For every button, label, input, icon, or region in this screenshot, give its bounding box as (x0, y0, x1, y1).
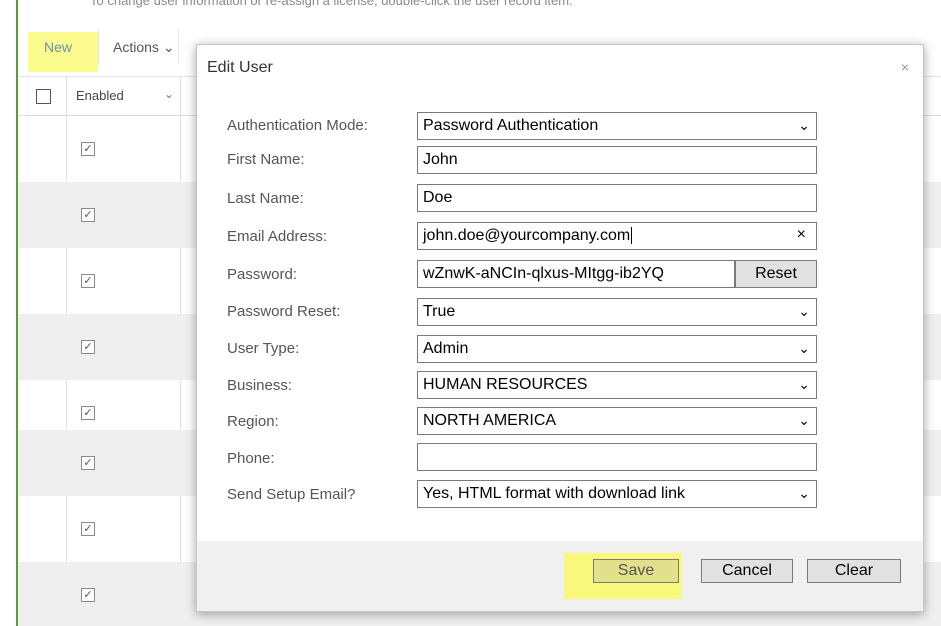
region-select[interactable]: NORTH AMERICA ⌄ (417, 407, 817, 435)
user-type-label: User Type: (227, 340, 300, 357)
password-reset-select[interactable]: True ⌄ (417, 298, 817, 326)
password-input[interactable]: wZnwK-aNCIn-qlxus-MItgg-ib2YQ (417, 260, 735, 288)
enabled-checkbox[interactable]: ✓ (81, 208, 95, 222)
chevron-down-icon: ⌄ (798, 340, 810, 356)
first-name-input[interactable]: John (417, 146, 817, 174)
enabled-checkbox[interactable]: ✓ (81, 274, 95, 288)
business-select[interactable]: HUMAN RESOURCES ⌄ (417, 371, 817, 399)
user-type-select[interactable]: Admin ⌄ (417, 335, 817, 363)
app-window: To change user information or re-assign … (0, 0, 941, 626)
actions-menu-button[interactable]: Actions ⌄ (113, 39, 175, 56)
auth-mode-select[interactable]: Password Authentication ⌄ (417, 112, 817, 140)
setup-email-select[interactable]: Yes, HTML format with download link ⌄ (417, 480, 817, 508)
enabled-checkbox[interactable]: ✓ (81, 522, 95, 536)
phone-label: Phone: (227, 450, 275, 467)
chevron-down-icon[interactable]: ⌄ (164, 87, 174, 101)
enabled-checkbox[interactable]: ✓ (81, 142, 95, 156)
instruction-text: To change user information or re-assign … (90, 0, 573, 8)
clear-button[interactable]: Clear (807, 559, 901, 583)
text-cursor (631, 227, 633, 245)
save-button[interactable]: Save (593, 559, 679, 583)
setup-email-value: Yes, HTML format with download link (423, 485, 686, 502)
password-label: Password: (227, 266, 298, 283)
user-type-value: Admin (423, 340, 469, 357)
region-value: NORTH AMERICA (423, 412, 557, 429)
region-label: Region: (227, 413, 279, 430)
business-value: HUMAN RESOURCES (423, 376, 588, 393)
setup-email-label: Send Setup Email? (227, 486, 356, 503)
new-button[interactable]: New (44, 39, 72, 55)
reset-password-button[interactable]: Reset (735, 260, 817, 288)
enabled-checkbox[interactable]: ✓ (81, 340, 95, 354)
close-icon[interactable]: × (901, 59, 909, 75)
phone-input[interactable] (417, 443, 817, 471)
enabled-checkbox[interactable]: ✓ (81, 406, 95, 420)
email-input[interactable]: john.doe@yourcompany.com × (417, 222, 817, 250)
enabled-checkbox[interactable]: ✓ (81, 588, 95, 602)
clear-icon[interactable]: × (797, 226, 806, 244)
auth-mode-value: Password Authentication (423, 117, 599, 134)
actions-label: Actions (113, 39, 159, 55)
enabled-checkbox[interactable]: ✓ (81, 456, 95, 470)
select-all-checkbox[interactable] (36, 89, 51, 104)
first-name-label: First Name: (227, 151, 305, 168)
cancel-button[interactable]: Cancel (701, 559, 793, 583)
dialog-title: Edit User (207, 59, 273, 76)
email-value: john.doe@yourcompany.com (423, 227, 631, 244)
toolbar-divider (98, 30, 99, 64)
auth-mode-label: Authentication Mode: (227, 117, 368, 134)
dialog-footer: Save Cancel Clear (197, 541, 923, 611)
enabled-column-header[interactable]: Enabled (76, 88, 124, 103)
business-label: Business: (227, 377, 293, 394)
chevron-down-icon: ⌄ (798, 412, 810, 428)
password-reset-label: Password Reset: (227, 303, 341, 320)
chevron-down-icon: ⌄ (798, 376, 810, 392)
last-name-label: Last Name: (227, 190, 304, 207)
toolbar-divider (178, 30, 179, 64)
edit-user-dialog: Edit User × Authentication Mode: Passwor… (196, 44, 924, 612)
chevron-down-icon: ⌄ (798, 303, 810, 319)
password-reset-value: True (423, 303, 456, 320)
chevron-down-icon: ⌄ (798, 117, 810, 133)
last-name-input[interactable]: Doe (417, 184, 817, 212)
email-label: Email Address: (227, 228, 328, 245)
chevron-down-icon: ⌄ (798, 485, 810, 501)
chevron-down-icon: ⌄ (162, 39, 175, 55)
